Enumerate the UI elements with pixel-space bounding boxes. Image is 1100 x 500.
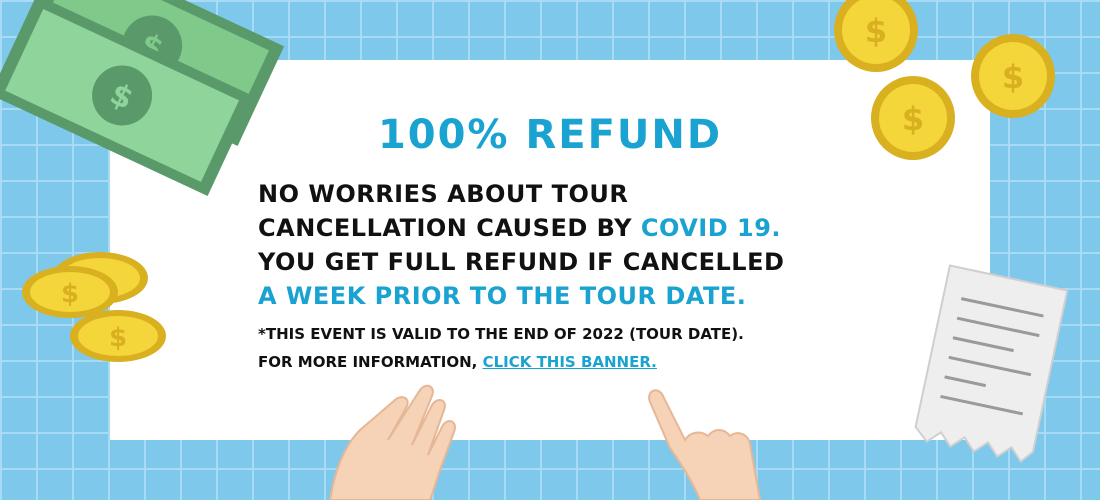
message-line: A WEEK PRIOR TO THE TOUR DATE. [258, 279, 898, 313]
highlighted-text: COVID 19. [640, 214, 782, 242]
fine-print: *THIS EVENT IS VALID TO THE END OF 2022 … [258, 320, 898, 376]
click-banner-link[interactable]: CLICK THIS BANNER. [483, 353, 657, 371]
svg-text:$: $ [1002, 58, 1024, 96]
message-line: CANCELLATION CAUSED BY COVID 19. [258, 211, 898, 245]
coin-icon: $ [22, 266, 118, 318]
svg-text:$: $ [61, 279, 79, 309]
more-info-prefix: FOR MORE INFORMATION, [258, 353, 483, 371]
svg-text:$: $ [865, 12, 887, 50]
highlighted-text: A WEEK PRIOR TO THE TOUR DATE. [258, 282, 747, 310]
coin-icon: $ [70, 310, 166, 362]
message-line: NO WORRIES ABOUT TOUR [258, 177, 898, 211]
message-text: CANCELLATION CAUSED BY [258, 214, 641, 242]
svg-text:$: $ [109, 323, 127, 353]
more-info-line: FOR MORE INFORMATION, CLICK THIS BANNER. [258, 348, 898, 376]
refund-message: NO WORRIES ABOUT TOUR CANCELLATION CAUSED… [258, 177, 898, 313]
message-text: NO WORRIES ABOUT TOUR [258, 180, 629, 208]
validity-note: *THIS EVENT IS VALID TO THE END OF 2022 … [258, 325, 744, 343]
coin-icon: $ [971, 34, 1055, 118]
message-line: YOU GET FULL REFUND IF CANCELLED [258, 245, 898, 279]
message-text: YOU GET FULL REFUND IF CANCELLED [258, 248, 785, 276]
headline: 100% REFUND [377, 112, 723, 158]
